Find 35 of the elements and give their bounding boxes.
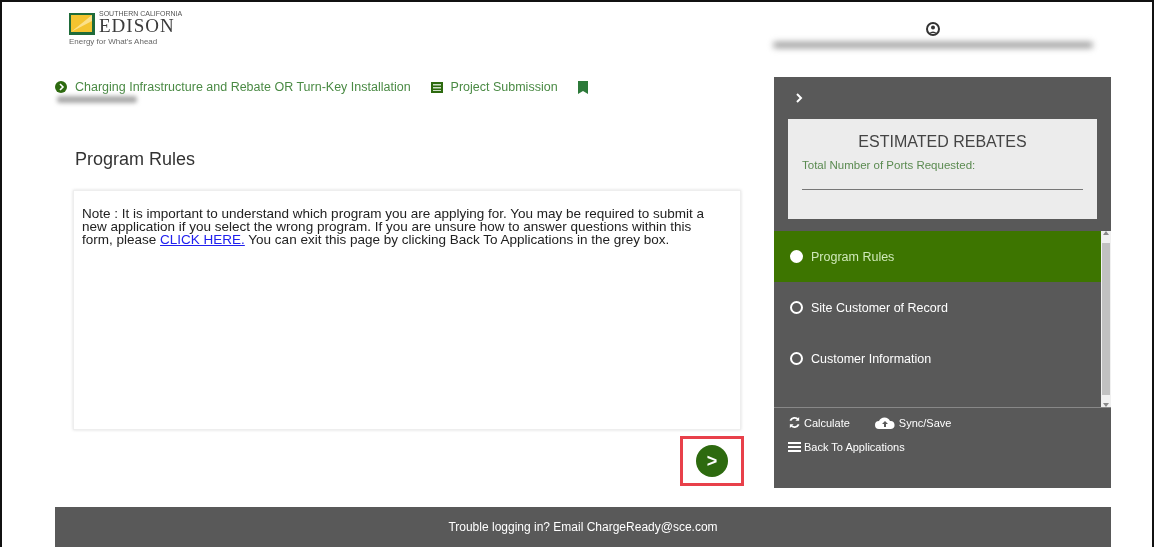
footer-text: Trouble logging in? Email ChargeReady@sce.com (448, 520, 718, 534)
breadcrumb-link[interactable]: Charging Infrastructure and Rebate OR Turn-Key Installation (55, 80, 411, 94)
rebate-title: ESTIMATED REBATES (857, 133, 1028, 151)
action-link[interactable]: Calculate (788, 416, 850, 429)
radio-icon (790, 301, 803, 314)
radio-icon (790, 352, 803, 365)
step-label: Program Rules (811, 249, 895, 264)
note-text: Note : It is important to understand which program you are applying for. You may be required to submit a new application if you select the wrong program. If you are unsure how to answer questions within this form, please CLICK HERE. You can exit this page by clicking Back To Applications in the grey box. (82, 207, 706, 246)
action-link[interactable]: Sync/Save (873, 416, 952, 429)
chevron-circle-icon (55, 81, 67, 93)
breadcrumb-link[interactable]: Project Submission (430, 80, 558, 94)
radio-icon (790, 250, 803, 263)
cloud-upload-icon (873, 416, 896, 429)
user-icon[interactable] (925, 22, 940, 36)
next-button[interactable]: > (696, 445, 728, 477)
step-item[interactable]: Program Rules (774, 231, 1101, 282)
bookmark-icon (577, 80, 588, 94)
step-item[interactable]: Customer Information (774, 333, 1101, 384)
form-icon (430, 81, 443, 93)
refresh-icon (788, 416, 801, 429)
logo-slogan: Energy for What's Ahead (69, 37, 159, 46)
page-title: Program Rules (75, 149, 197, 170)
click-here-link[interactable]: CLICK HERE. (160, 232, 245, 247)
chevron-right-icon[interactable] (796, 93, 803, 103)
scroll-down-icon[interactable] (1103, 403, 1109, 407)
logo-wordmark: EDISON (99, 17, 175, 35)
sun-logo-icon (69, 13, 95, 35)
list-icon (788, 442, 801, 452)
step-item[interactable]: Site Customer of Record (774, 282, 1101, 333)
ports-label: Total Number of Ports Requested: (802, 159, 977, 171)
step-label: Customer Information (811, 351, 932, 366)
scrollbar[interactable] (1101, 231, 1111, 407)
action-link[interactable]: Back To Applications (788, 441, 1097, 453)
step-label: Site Customer of Record (811, 300, 948, 315)
scroll-up-icon[interactable] (1103, 231, 1109, 235)
